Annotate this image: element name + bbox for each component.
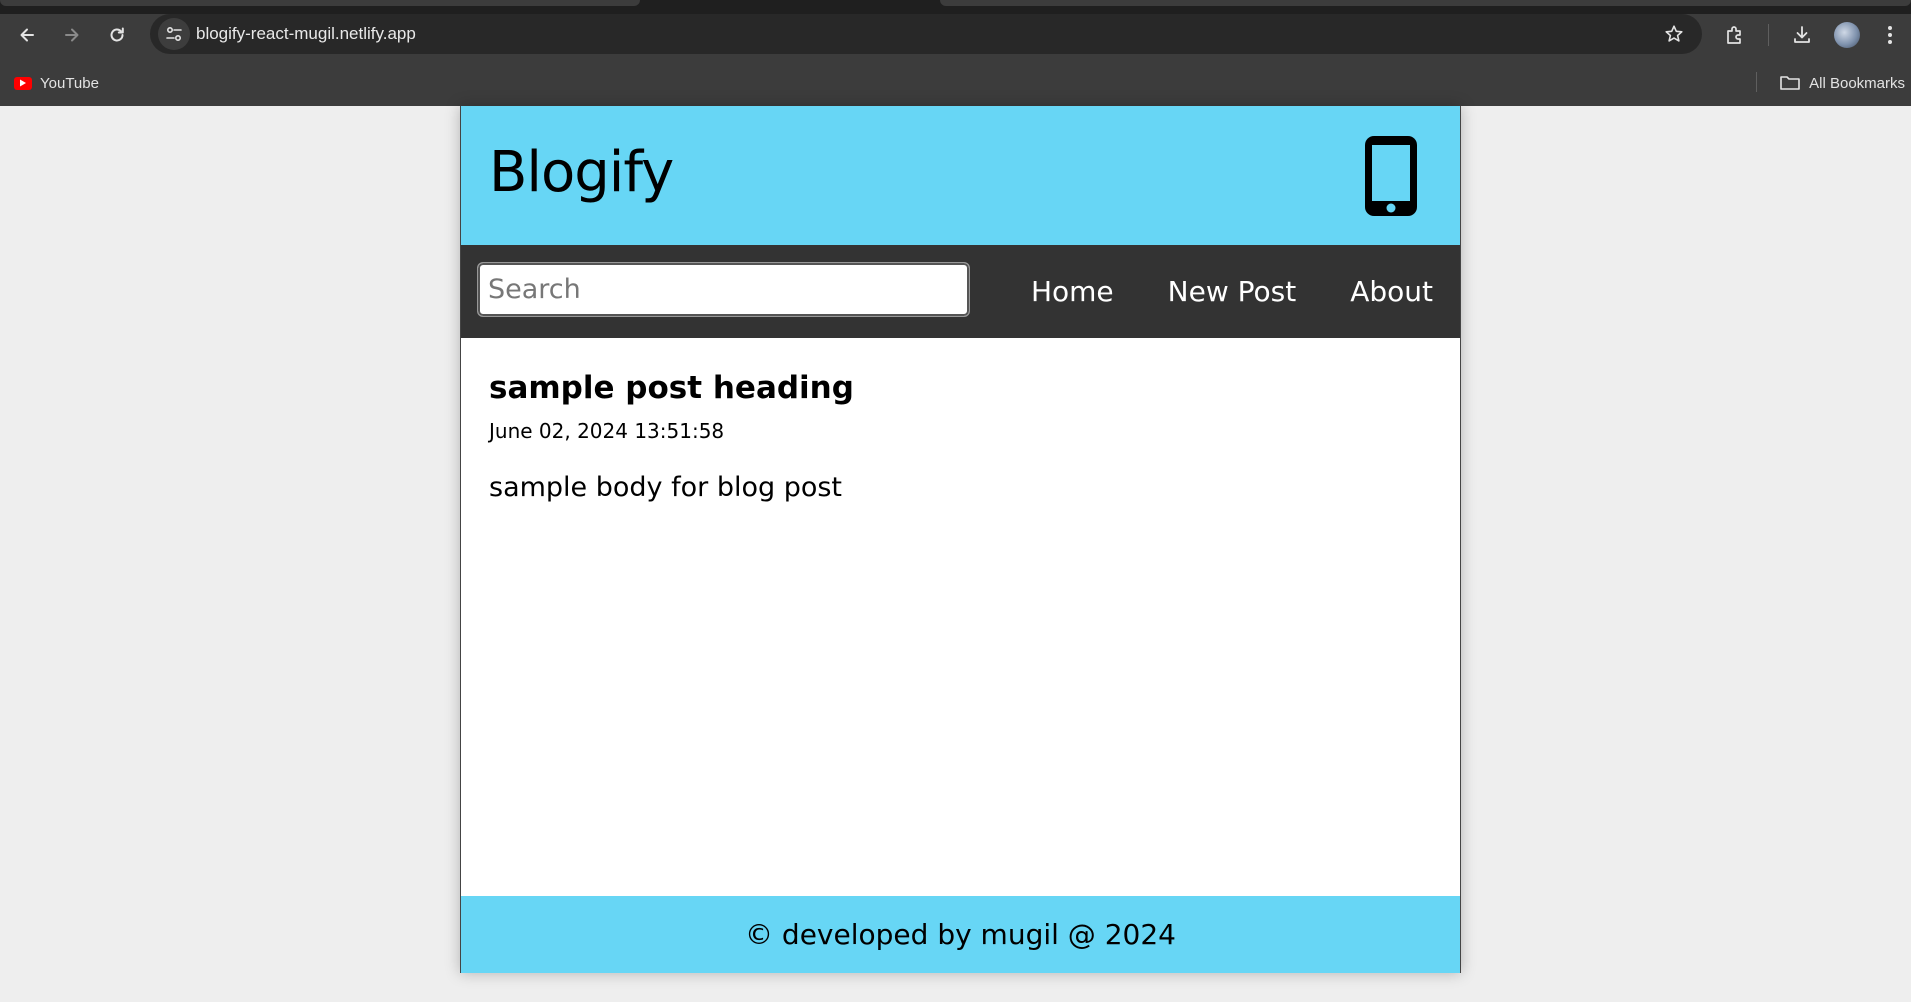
star-icon bbox=[1665, 25, 1683, 42]
bookmark-label: YouTube bbox=[40, 74, 99, 92]
toolbar-separator bbox=[1768, 24, 1769, 46]
puzzle-icon bbox=[1727, 26, 1741, 44]
back-button[interactable] bbox=[10, 18, 44, 52]
bookmark-star-button[interactable] bbox=[1662, 22, 1686, 46]
forward-button[interactable] bbox=[55, 18, 89, 52]
nav-new-post-link[interactable]: New Post bbox=[1141, 245, 1324, 338]
search-input[interactable] bbox=[477, 262, 970, 317]
url-text[interactable]: blogify-react-mugil.netlify.app bbox=[196, 24, 416, 44]
bookmarks-bar: YouTube All Bookmarks bbox=[0, 62, 1911, 102]
post-datetime: June 02, 2024 13:51:58 bbox=[489, 419, 725, 443]
download-icon bbox=[1794, 26, 1810, 43]
mobile-phone-icon bbox=[1365, 136, 1417, 216]
all-bookmarks-button[interactable]: All Bookmarks bbox=[1779, 72, 1905, 94]
nav-about-link[interactable]: About bbox=[1323, 245, 1460, 338]
tab-inactive[interactable] bbox=[0, 0, 640, 6]
arrow-left-icon bbox=[20, 28, 34, 42]
profile-avatar[interactable] bbox=[1834, 22, 1860, 48]
site-title: Blogify bbox=[489, 140, 674, 205]
reload-button[interactable] bbox=[100, 18, 134, 52]
nav-home-link[interactable]: Home bbox=[1004, 245, 1141, 338]
site-nav: Home New Post About bbox=[461, 245, 1460, 338]
youtube-icon bbox=[14, 76, 32, 90]
post-title[interactable]: sample post heading bbox=[489, 370, 854, 406]
kebab-menu-icon bbox=[1888, 26, 1892, 44]
bookmark-youtube[interactable]: YouTube bbox=[14, 72, 99, 94]
address-bar[interactable]: blogify-react-mugil.netlify.app bbox=[150, 14, 1702, 54]
browser-menu-button[interactable] bbox=[1873, 18, 1907, 52]
tab-inactive[interactable] bbox=[940, 0, 1911, 6]
nav-links: Home New Post About bbox=[1004, 245, 1460, 338]
downloads-button[interactable] bbox=[1785, 18, 1819, 52]
post-body: sample body for blog post bbox=[489, 472, 843, 503]
site-footer: © developed by mugil @ 2024 bbox=[461, 896, 1460, 973]
reload-icon bbox=[110, 27, 124, 42]
extensions-button[interactable] bbox=[1718, 18, 1752, 52]
site-header: Blogify bbox=[461, 106, 1460, 245]
folder-icon bbox=[1780, 76, 1800, 90]
site-info-button[interactable] bbox=[158, 18, 190, 50]
arrow-right-icon bbox=[65, 28, 79, 42]
tune-icon bbox=[166, 26, 182, 42]
bookmarks-separator bbox=[1756, 72, 1757, 92]
footer-text: © developed by mugil @ 2024 bbox=[745, 918, 1176, 951]
tab-strip bbox=[0, 0, 1911, 14]
browser-chrome: blogify-react-mugil.netlify.app YouTube bbox=[0, 0, 1911, 106]
all-bookmarks-label: All Bookmarks bbox=[1809, 74, 1905, 92]
app-container: Blogify Home New Post About sample post … bbox=[460, 106, 1461, 973]
